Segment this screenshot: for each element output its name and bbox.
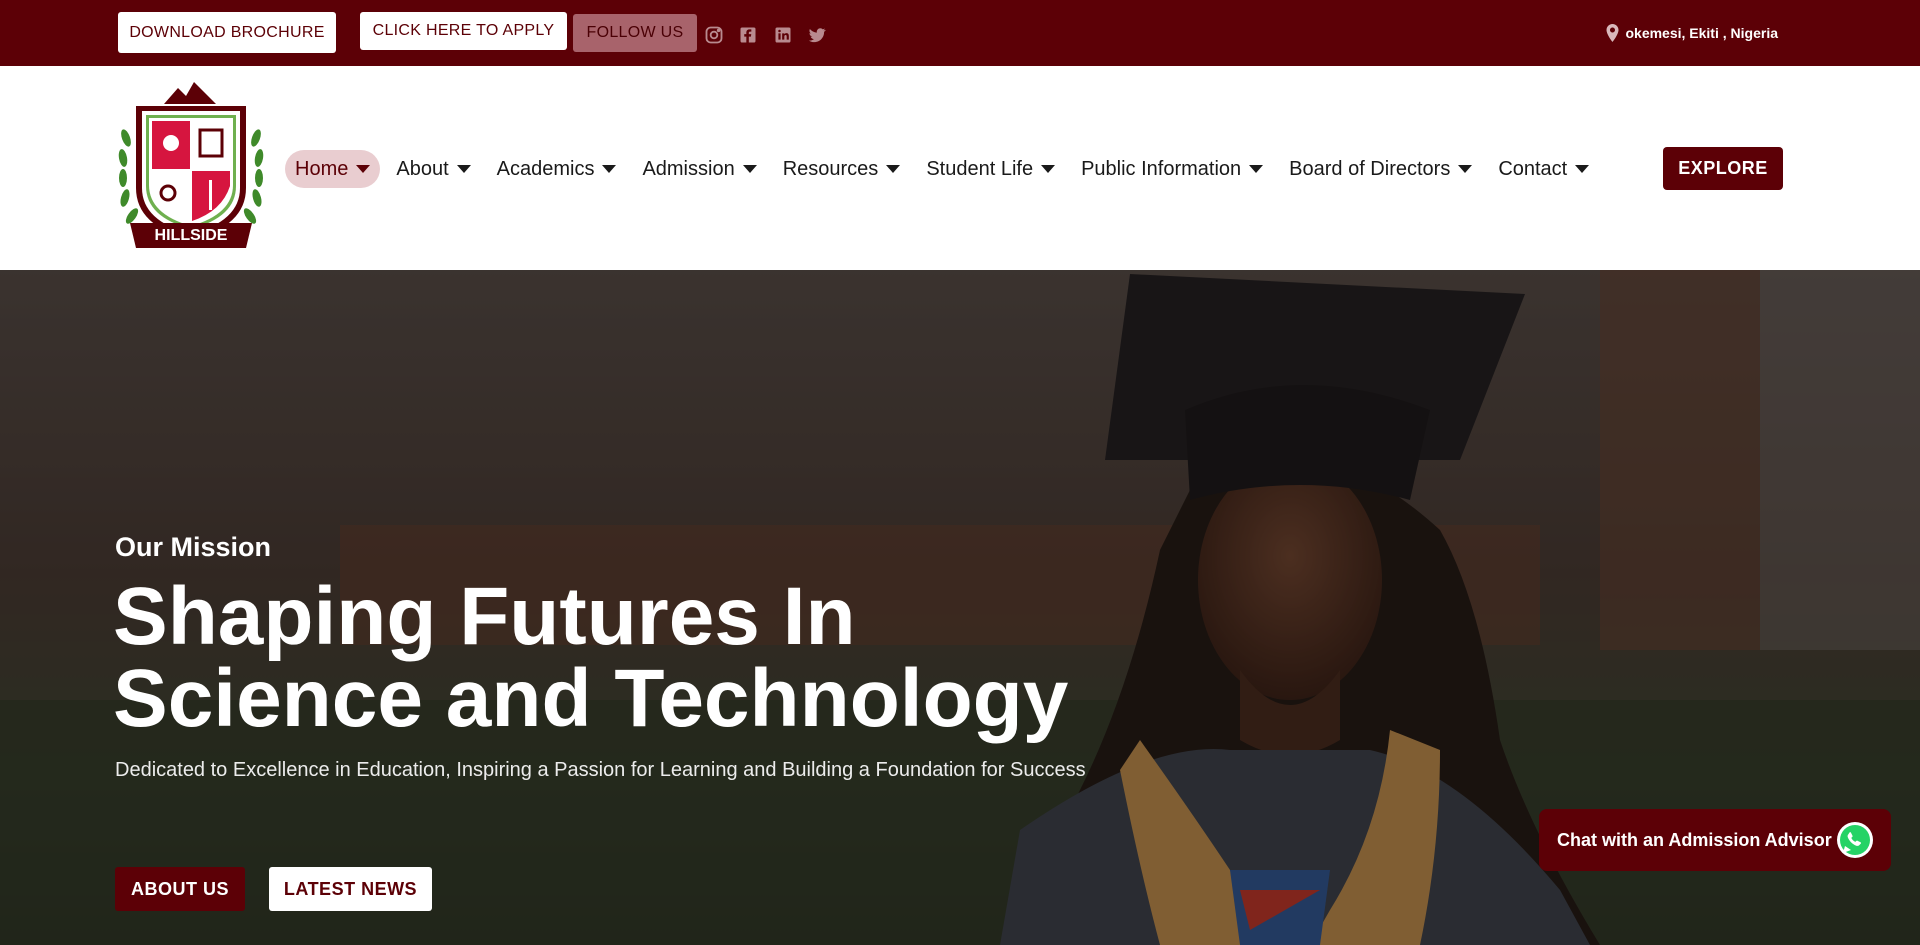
caret-down-icon (1249, 165, 1264, 173)
download-brochure-button[interactable]: DOWNLOAD BROCHURE (118, 12, 336, 53)
explore-button[interactable]: EXPLORE (1663, 147, 1783, 190)
hero-headline-line2: Science and Technology (113, 653, 1069, 744)
map-pin-icon (1606, 24, 1619, 42)
hero-headline-line1: Shaping Futures In (113, 571, 856, 662)
nav-board-of-directors[interactable]: Board of Directors (1279, 150, 1482, 188)
instagram-icon[interactable] (703, 24, 725, 46)
chat-advisor-label: Chat with an Admission Advisor (1557, 829, 1832, 850)
hero-headline: Shaping Futures In Science and Technolog… (113, 576, 1113, 740)
nav-public-information-label: Public Information (1081, 157, 1242, 180)
nav-public-information[interactable]: Public Information (1071, 150, 1273, 188)
top-bar: DOWNLOAD BROCHURE CLICK HERE TO APPLY FO… (0, 0, 1920, 66)
location: okemesi, Ekiti , Nigeria (1606, 22, 1778, 44)
caret-down-icon (1458, 165, 1473, 173)
whatsapp-icon (1837, 822, 1873, 858)
university-logo[interactable]: HILLSIDE (116, 78, 266, 258)
follow-us-button[interactable]: FOLLOW US (573, 14, 697, 52)
hero-eyebrow: Our Mission (115, 532, 272, 562)
about-us-button[interactable]: ABOUT US (115, 867, 245, 911)
nav-about[interactable]: About (386, 150, 480, 188)
nav-student-life-label: Student Life (926, 157, 1034, 180)
facebook-icon[interactable] (737, 24, 759, 46)
hero-section: Our Mission Shaping Futures In Science a… (0, 270, 1920, 945)
nav-academics[interactable]: Academics (487, 150, 627, 188)
apply-button[interactable]: CLICK HERE TO APPLY (360, 12, 567, 50)
location-text: okemesi, Ekiti , Nigeria (1625, 25, 1778, 41)
nav-admission[interactable]: Admission (632, 150, 766, 188)
nav-home[interactable]: Home (285, 150, 381, 188)
caret-down-icon (1575, 165, 1590, 173)
nav-contact-label: Contact (1498, 157, 1568, 180)
nav-student-life[interactable]: Student Life (916, 150, 1065, 188)
twitter-icon[interactable] (806, 24, 828, 46)
nav-about-label: About (396, 157, 449, 180)
main-nav: Home About Academics Admission Resources… (285, 150, 1605, 188)
main-header: HILLSIDE Home About Academics Admission … (0, 66, 1920, 270)
nav-home-label: Home (295, 157, 349, 180)
nav-admission-label: Admission (642, 157, 735, 180)
linkedin-icon[interactable] (772, 24, 794, 46)
nav-contact[interactable]: Contact (1488, 150, 1599, 188)
nav-board-label: Board of Directors (1289, 157, 1451, 180)
chat-advisor-button[interactable]: Chat with an Admission Advisor (1539, 809, 1891, 871)
caret-down-icon (1041, 165, 1056, 173)
caret-down-icon (602, 165, 617, 173)
caret-down-icon (356, 165, 371, 173)
nav-resources-label: Resources (782, 157, 879, 180)
hero-subtext: Dedicated to Excellence in Education, In… (115, 759, 1086, 781)
caret-down-icon (742, 165, 757, 173)
caret-down-icon (456, 165, 471, 173)
logo-text: HILLSIDE (155, 227, 228, 244)
nav-academics-label: Academics (496, 157, 595, 180)
nav-resources[interactable]: Resources (773, 150, 911, 188)
latest-news-button[interactable]: LATEST NEWS (269, 867, 432, 911)
caret-down-icon (886, 165, 901, 173)
